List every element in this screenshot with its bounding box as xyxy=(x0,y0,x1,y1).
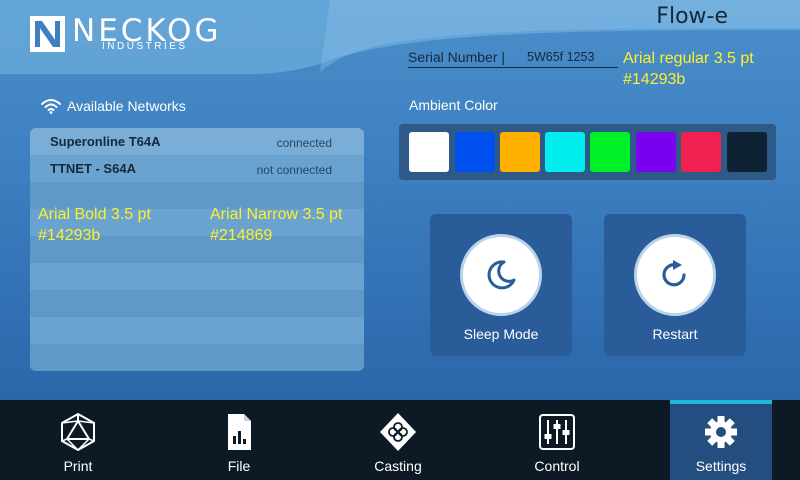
nav-file-label: File xyxy=(227,458,251,474)
network-item-ttnet[interactable]: TTNET - S64A not connected xyxy=(30,155,364,182)
file-chart-icon xyxy=(228,414,251,450)
serial-font-annotation: Arial regular 3.5 pt #14293b xyxy=(623,50,754,88)
status-font-annotation: Arial Narrow 3.5 pt #214869 xyxy=(210,206,343,244)
color-swatch-orange[interactable] xyxy=(500,132,540,172)
serial-number-label: Serial Number | xyxy=(408,49,506,65)
nav-casting[interactable]: Casting xyxy=(333,400,463,480)
color-swatch-green[interactable] xyxy=(590,132,630,172)
network-row-empty xyxy=(30,290,364,317)
wifi-icon xyxy=(41,99,61,114)
product-brand: Flow-e xyxy=(656,4,728,29)
restart-circle[interactable] xyxy=(634,234,716,316)
company-logo: NECKOG INDUSTRIES xyxy=(30,14,280,54)
serial-number: Serial Number | 5W65f 1253 xyxy=(408,48,618,68)
network-row-empty xyxy=(30,344,364,371)
network-list[interactable]: Superonline T64A connected TTNET - S64A … xyxy=(30,128,364,371)
logo-mark-icon xyxy=(30,16,65,52)
bottom-nav: Print File Casting Control Settings xyxy=(0,400,800,480)
network-status: not connected xyxy=(256,163,332,177)
name-font-annotation: Arial Bold 3.5 pt #14293b xyxy=(38,206,151,244)
nav-control-label: Control xyxy=(534,458,580,474)
ambient-color-title: Ambient Color xyxy=(409,97,498,113)
color-swatch-red[interactable] xyxy=(681,132,721,172)
moon-icon xyxy=(487,260,516,290)
sliders-icon xyxy=(539,414,575,450)
nav-settings[interactable]: Settings xyxy=(670,400,772,480)
nav-print-label: Print xyxy=(63,458,93,474)
network-status: connected xyxy=(276,136,332,150)
network-name: TTNET - S64A xyxy=(50,161,136,176)
network-row-empty xyxy=(30,263,364,290)
restart-label: Restart xyxy=(652,326,698,342)
serial-number-value: 5W65f 1253 xyxy=(527,50,595,64)
dice-icon xyxy=(61,412,95,452)
nav-print[interactable]: Print xyxy=(13,400,143,480)
restart-icon xyxy=(662,260,686,287)
nav-control[interactable]: Control xyxy=(492,400,622,480)
gear-icon xyxy=(705,416,737,448)
casting-icon xyxy=(380,413,416,451)
color-swatch-dark[interactable] xyxy=(727,132,767,172)
sleep-mode-label: Sleep Mode xyxy=(463,326,539,342)
color-swatch-white[interactable] xyxy=(409,132,449,172)
ambient-color-picker xyxy=(399,124,776,180)
logo-subtitle: INDUSTRIES xyxy=(102,41,188,52)
network-name: Superonline T64A xyxy=(50,134,161,149)
sleep-mode-button[interactable]: Sleep Mode xyxy=(430,214,572,356)
color-swatch-purple[interactable] xyxy=(636,132,676,172)
nav-file[interactable]: File xyxy=(174,400,304,480)
nav-casting-label: Casting xyxy=(374,458,422,474)
restart-button[interactable]: Restart xyxy=(604,214,746,356)
sleep-mode-circle[interactable] xyxy=(460,234,542,316)
network-row-empty xyxy=(30,317,364,344)
color-swatch-blue[interactable] xyxy=(455,132,495,172)
network-item-superonline[interactable]: Superonline T64A connected xyxy=(30,128,364,155)
nav-settings-label: Settings xyxy=(695,458,747,474)
color-swatch-cyan[interactable] xyxy=(545,132,585,172)
